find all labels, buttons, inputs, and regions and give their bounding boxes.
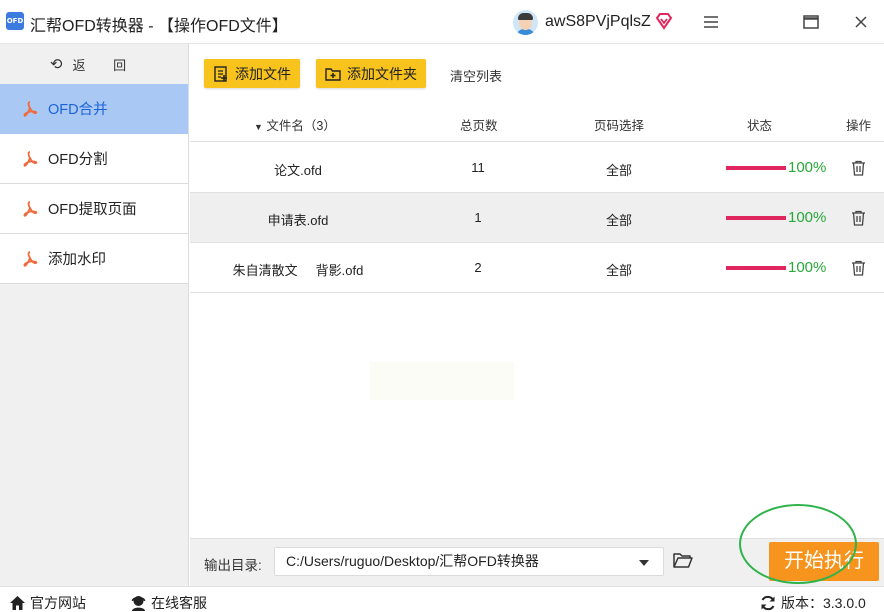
- delete-icon[interactable]: [851, 160, 866, 176]
- progress-bar: [726, 266, 786, 270]
- home-icon: [9, 595, 26, 611]
- progress-text: 100%: [788, 159, 827, 176]
- page-count: 1: [474, 210, 482, 225]
- output-dir-select[interactable]: C:/Users/ruguo/Desktop/汇帮OFD转换器: [274, 547, 664, 576]
- add-folder-label: 添加文件夹: [347, 65, 417, 82]
- progress-fill: [726, 166, 786, 170]
- version-info[interactable]: 版本：3.3.0.0: [760, 593, 866, 612]
- app-logo: OFD: [6, 12, 24, 30]
- sidebar-item-ofd-merge[interactable]: OFD合并: [0, 84, 188, 134]
- add-file-icon: [213, 65, 229, 82]
- chevron-down-icon[interactable]: [639, 560, 649, 566]
- table-header: ▼ 文件名（3） 总页数 页码选择 状态 操作: [190, 102, 884, 142]
- column-header-action: 操作: [846, 119, 872, 133]
- title-bar: OFD 汇帮OFD转换器 - 【操作OFD文件】 awS8PVjPqlsZ: [0, 0, 884, 44]
- add-folder-button[interactable]: 添加文件夹: [316, 59, 426, 88]
- sort-down-icon: ▼: [254, 122, 263, 132]
- delete-icon[interactable]: [851, 260, 866, 276]
- progress-bar: [726, 166, 786, 170]
- column-header-name: 文件名（3）: [266, 119, 336, 133]
- close-icon[interactable]: [849, 10, 873, 34]
- output-bar: 输出目录: C:/Users/ruguo/Desktop/汇帮OFD转换器 开始…: [190, 538, 884, 586]
- service-label: 在线客服: [151, 595, 207, 611]
- file-name: 朱自清散文 背影.ofd: [232, 263, 364, 278]
- column-header-status: 状态: [747, 119, 773, 133]
- table-row[interactable]: 申请表.ofd 1 全部 100%: [190, 193, 884, 243]
- vip-diamond-icon[interactable]: [654, 11, 674, 31]
- add-file-label: 添加文件: [235, 65, 291, 82]
- file-name: 申请表.ofd: [267, 213, 329, 228]
- sidebar-item-label: OFD合并: [48, 102, 108, 118]
- sidebar-item-watermark[interactable]: 添加水印: [0, 234, 188, 284]
- support-agent-icon: [130, 595, 147, 611]
- sidebar-item-label: OFD提取页面: [48, 202, 137, 218]
- pdf-icon: [22, 150, 38, 167]
- progress-fill: [726, 216, 786, 220]
- pdf-icon: [22, 200, 38, 217]
- add-folder-icon: [325, 66, 341, 82]
- column-header-range: 页码选择: [594, 119, 645, 133]
- refresh-icon: [760, 595, 777, 611]
- main-panel: 添加文件 添加文件夹 清空列表 ▼ 文件名（3） 总页数 页码选择 状态 操作 …: [190, 44, 884, 542]
- delete-icon[interactable]: [851, 210, 866, 226]
- user-avatar[interactable]: [513, 10, 538, 35]
- pdf-icon: [22, 250, 38, 267]
- progress-bar: [726, 216, 786, 220]
- status-bar: 官方网站 在线客服 版本：3.3.0.0: [0, 586, 884, 612]
- table-row[interactable]: 论文.ofd 11 全部 100%: [190, 143, 884, 193]
- page-range-select[interactable]: 全部: [606, 160, 632, 179]
- page-count: 11: [471, 160, 485, 175]
- output-dir-label: 输出目录:: [204, 558, 262, 573]
- progress-fill: [726, 266, 786, 270]
- clear-list-button[interactable]: 清空列表: [450, 66, 502, 85]
- username[interactable]: awS8PVjPqlsZ: [545, 13, 651, 31]
- online-service-link[interactable]: 在线客服: [130, 593, 207, 612]
- back-button[interactable]: ⟲ 返 回: [0, 44, 188, 84]
- table-row[interactable]: 朱自清散文 背影.ofd 2 全部 100%: [190, 243, 884, 293]
- page-range-select[interactable]: 全部: [606, 210, 632, 229]
- faint-watermark: [370, 362, 514, 400]
- menu-icon[interactable]: [699, 10, 723, 34]
- back-label: 返 回: [72, 57, 139, 73]
- sidebar-item-label: 添加水印: [48, 252, 106, 268]
- add-file-button[interactable]: 添加文件: [204, 59, 300, 88]
- open-folder-icon[interactable]: [673, 552, 693, 569]
- sidebar-item-label: OFD分割: [48, 152, 108, 168]
- sort-column-name[interactable]: ▼ 文件名（3）: [254, 115, 336, 134]
- page-count: 2: [474, 260, 482, 275]
- sidebar-item-ofd-split[interactable]: OFD分割: [0, 134, 188, 184]
- version-label: 版本：3.3.0.0: [781, 595, 866, 611]
- sidebar: ⟲ 返 回 OFD合并 OFD分割 OFD提取页面 添加水印: [0, 44, 189, 586]
- page-range-select[interactable]: 全部: [606, 260, 632, 279]
- column-header-pages: 总页数: [460, 119, 498, 133]
- progress-text: 100%: [788, 259, 827, 276]
- sidebar-item-ofd-extract[interactable]: OFD提取页面: [0, 184, 188, 234]
- start-button[interactable]: 开始执行: [769, 542, 879, 581]
- file-name: 论文.ofd: [274, 163, 322, 178]
- maximize-icon[interactable]: [799, 10, 823, 34]
- pdf-icon: [22, 100, 38, 117]
- window-title: 汇帮OFD转换器 - 【操作OFD文件】: [30, 18, 288, 35]
- website-label: 官方网站: [30, 595, 86, 611]
- back-arrow-icon: ⟲: [49, 56, 63, 73]
- progress-text: 100%: [788, 209, 827, 226]
- official-website-link[interactable]: 官方网站: [9, 593, 86, 612]
